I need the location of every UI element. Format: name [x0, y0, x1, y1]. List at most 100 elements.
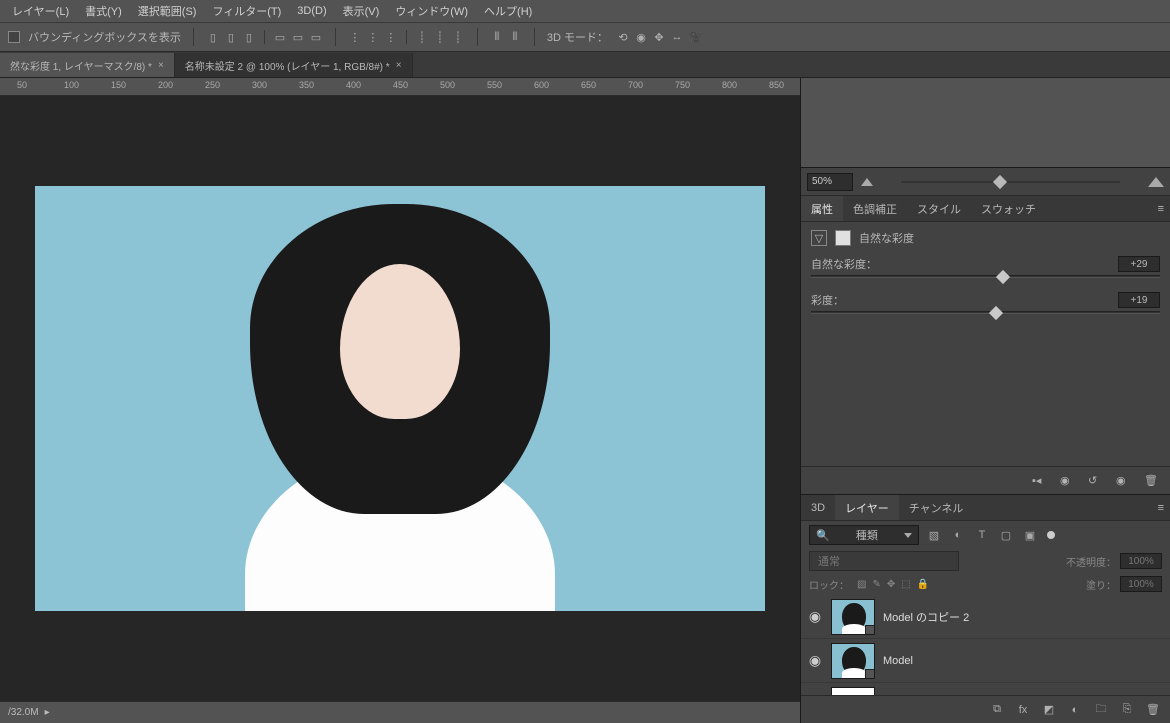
align-right-icon[interactable]: ▯: [242, 30, 256, 44]
blend-bar: 通常 不透明度： 100%: [801, 549, 1170, 573]
spacing-h-icon[interactable]: ⫴: [490, 30, 504, 44]
menu-3D(D)[interactable]: 3D(D): [289, 5, 334, 17]
spacing-v-icon[interactable]: ⫴: [508, 30, 522, 44]
filter-type-select[interactable]: 🔍種類: [809, 525, 919, 545]
properties-footer: ▪◂ ◉ ↺ ◉ 🗑: [801, 466, 1170, 494]
blend-mode-select[interactable]: 通常: [809, 551, 959, 571]
panel-tab[interactable]: スウォッチ: [971, 196, 1046, 221]
filter-pixel-icon[interactable]: ▧: [927, 529, 941, 542]
new-group-icon[interactable]: 🗀: [1094, 700, 1108, 719]
distribute-hcenter-icon[interactable]: ┊: [433, 30, 447, 44]
distribute-top-icon[interactable]: ⋮: [348, 30, 362, 44]
layer-name[interactable]: Model: [883, 655, 1164, 667]
visibility-icon[interactable]: ◉: [807, 608, 823, 625]
saturation-label: 彩度：: [811, 292, 844, 308]
layer-thumbnail[interactable]: [831, 643, 875, 679]
distribute-left-icon[interactable]: ┊: [415, 30, 429, 44]
layer-row[interactable]: ◉ Model のコピー 2: [801, 595, 1170, 639]
status-bar: /32.0M ▸: [0, 701, 800, 723]
layer-row[interactable]: ◉ Model: [801, 639, 1170, 683]
vibrance-value[interactable]: +29: [1118, 256, 1160, 272]
zoom-in-icon[interactable]: [1148, 177, 1164, 187]
lock-artboard-icon[interactable]: ⬚: [901, 579, 910, 590]
ruler-horizontal: -505010015020025030035040045050055060065…: [0, 78, 800, 96]
properties-tabs: 属性色調補正スタイルスウォッチ ≡: [801, 196, 1170, 222]
saturation-value[interactable]: +19: [1118, 292, 1160, 308]
lock-position-icon[interactable]: ✥: [887, 579, 895, 590]
delete-adjustment-icon[interactable]: 🗑: [1144, 474, 1160, 488]
toggle-visibility-icon[interactable]: ◉: [1116, 474, 1132, 488]
reset-icon[interactable]: ↺: [1088, 474, 1104, 488]
panel-tab[interactable]: 色調補正: [843, 196, 907, 221]
add-mask-icon[interactable]: ◩: [1042, 703, 1056, 716]
new-layer-icon[interactable]: ⎘: [1120, 703, 1134, 716]
lock-pixels-icon[interactable]: ✎: [872, 579, 880, 590]
document-tab[interactable]: 名称未設定 2 @ 100% (レイヤー 1, RGB/8#) *×: [175, 53, 413, 77]
menu-ヘルプ(H)[interactable]: ヘルプ(H): [476, 3, 540, 19]
panel-tab[interactable]: 3D: [801, 495, 835, 520]
smart-object-icon: [865, 625, 875, 635]
status-info: /32.0M: [8, 707, 39, 718]
menu-書式(Y)[interactable]: 書式(Y): [77, 3, 130, 19]
3d-roll-icon[interactable]: ◉: [634, 30, 648, 44]
vibrance-slider[interactable]: [811, 275, 1160, 278]
saturation-slider[interactable]: [811, 311, 1160, 314]
panel-tab[interactable]: 属性: [801, 196, 843, 221]
filter-shape-icon[interactable]: ▢: [999, 529, 1013, 542]
zoom-out-icon[interactable]: [861, 178, 873, 186]
layer-name[interactable]: Model のコピー 2: [883, 609, 1164, 625]
layer-row[interactable]: ◉背景🔒: [801, 683, 1170, 695]
align-left-icon[interactable]: ▯: [206, 30, 220, 44]
document-tabs: 然な彩度 1, レイヤーマスク/8) *×名称未設定 2 @ 100% (レイヤ…: [0, 52, 1170, 78]
3d-pan-icon[interactable]: ✥: [652, 30, 666, 44]
delete-layer-icon[interactable]: 🗑: [1146, 703, 1160, 716]
mode3d-label: 3D モード：: [547, 29, 608, 45]
align-bottom-icon[interactable]: ▭: [309, 30, 323, 44]
panel-menu-icon[interactable]: ≡: [1158, 502, 1164, 514]
view-previous-icon[interactable]: ◉: [1060, 474, 1076, 488]
vibrance-icon: [835, 230, 851, 246]
menu-表示(V)[interactable]: 表示(V): [335, 3, 388, 19]
distribute-vcenter-icon[interactable]: ⋮: [366, 30, 380, 44]
menu-フィルター(T)[interactable]: フィルター(T): [204, 3, 289, 19]
new-adjustment-icon[interactable]: ◐: [1068, 704, 1082, 716]
visibility-icon[interactable]: ◉: [807, 652, 823, 669]
layer-fx-icon[interactable]: fx: [1016, 704, 1030, 716]
bounding-checkbox[interactable]: [8, 31, 20, 43]
menu-選択範囲(S)[interactable]: 選択範囲(S): [130, 3, 205, 19]
3d-slide-icon[interactable]: ↔: [670, 30, 684, 44]
filter-toggle-icon[interactable]: [1047, 531, 1055, 539]
menu-ウィンドウ(W)[interactable]: ウィンドウ(W): [387, 3, 476, 19]
panel-menu-icon[interactable]: ≡: [1158, 203, 1164, 215]
canvas-viewport[interactable]: [0, 96, 800, 701]
menu-レイヤー(L)[interactable]: レイヤー(L): [4, 3, 77, 19]
panel-tab[interactable]: レイヤー: [835, 495, 899, 520]
lock-all-icon[interactable]: 🔒: [917, 579, 929, 590]
distribute-bottom-icon[interactable]: ⋮: [384, 30, 398, 44]
lock-transparency-icon[interactable]: ▨: [857, 579, 866, 590]
filter-type-icon[interactable]: T: [975, 529, 989, 541]
adj-triangle-icon[interactable]: ▽: [811, 230, 827, 246]
fill-value[interactable]: 100%: [1120, 576, 1162, 592]
zoom-slider[interactable]: [881, 173, 1140, 191]
clip-to-layer-icon[interactable]: ▪◂: [1032, 474, 1048, 488]
zoom-input[interactable]: [807, 173, 853, 191]
layer-thumbnail[interactable]: [831, 599, 875, 635]
filter-adjustment-icon[interactable]: ◐: [951, 529, 965, 541]
link-layers-icon[interactable]: ⧉: [990, 703, 1004, 716]
panel-tab[interactable]: スタイル: [907, 196, 971, 221]
opacity-label: 不透明度：: [1066, 554, 1116, 569]
align-top-icon[interactable]: ▭: [273, 30, 287, 44]
distribute-right-icon[interactable]: ┊: [451, 30, 465, 44]
layer-thumbnail[interactable]: [831, 687, 875, 696]
document-tab[interactable]: 然な彩度 1, レイヤーマスク/8) *×: [0, 53, 175, 77]
3d-scale-icon[interactable]: 🎥: [688, 30, 702, 44]
filter-smart-icon[interactable]: ▣: [1023, 529, 1037, 542]
close-tab-icon[interactable]: ×: [396, 60, 402, 71]
opacity-value[interactable]: 100%: [1120, 553, 1162, 569]
close-tab-icon[interactable]: ×: [158, 60, 164, 71]
align-middle-icon[interactable]: ▭: [291, 30, 305, 44]
panel-tab[interactable]: チャンネル: [899, 495, 974, 520]
align-center-h-icon[interactable]: ▯: [224, 30, 238, 44]
3d-orbit-icon[interactable]: ⟲: [616, 30, 630, 44]
